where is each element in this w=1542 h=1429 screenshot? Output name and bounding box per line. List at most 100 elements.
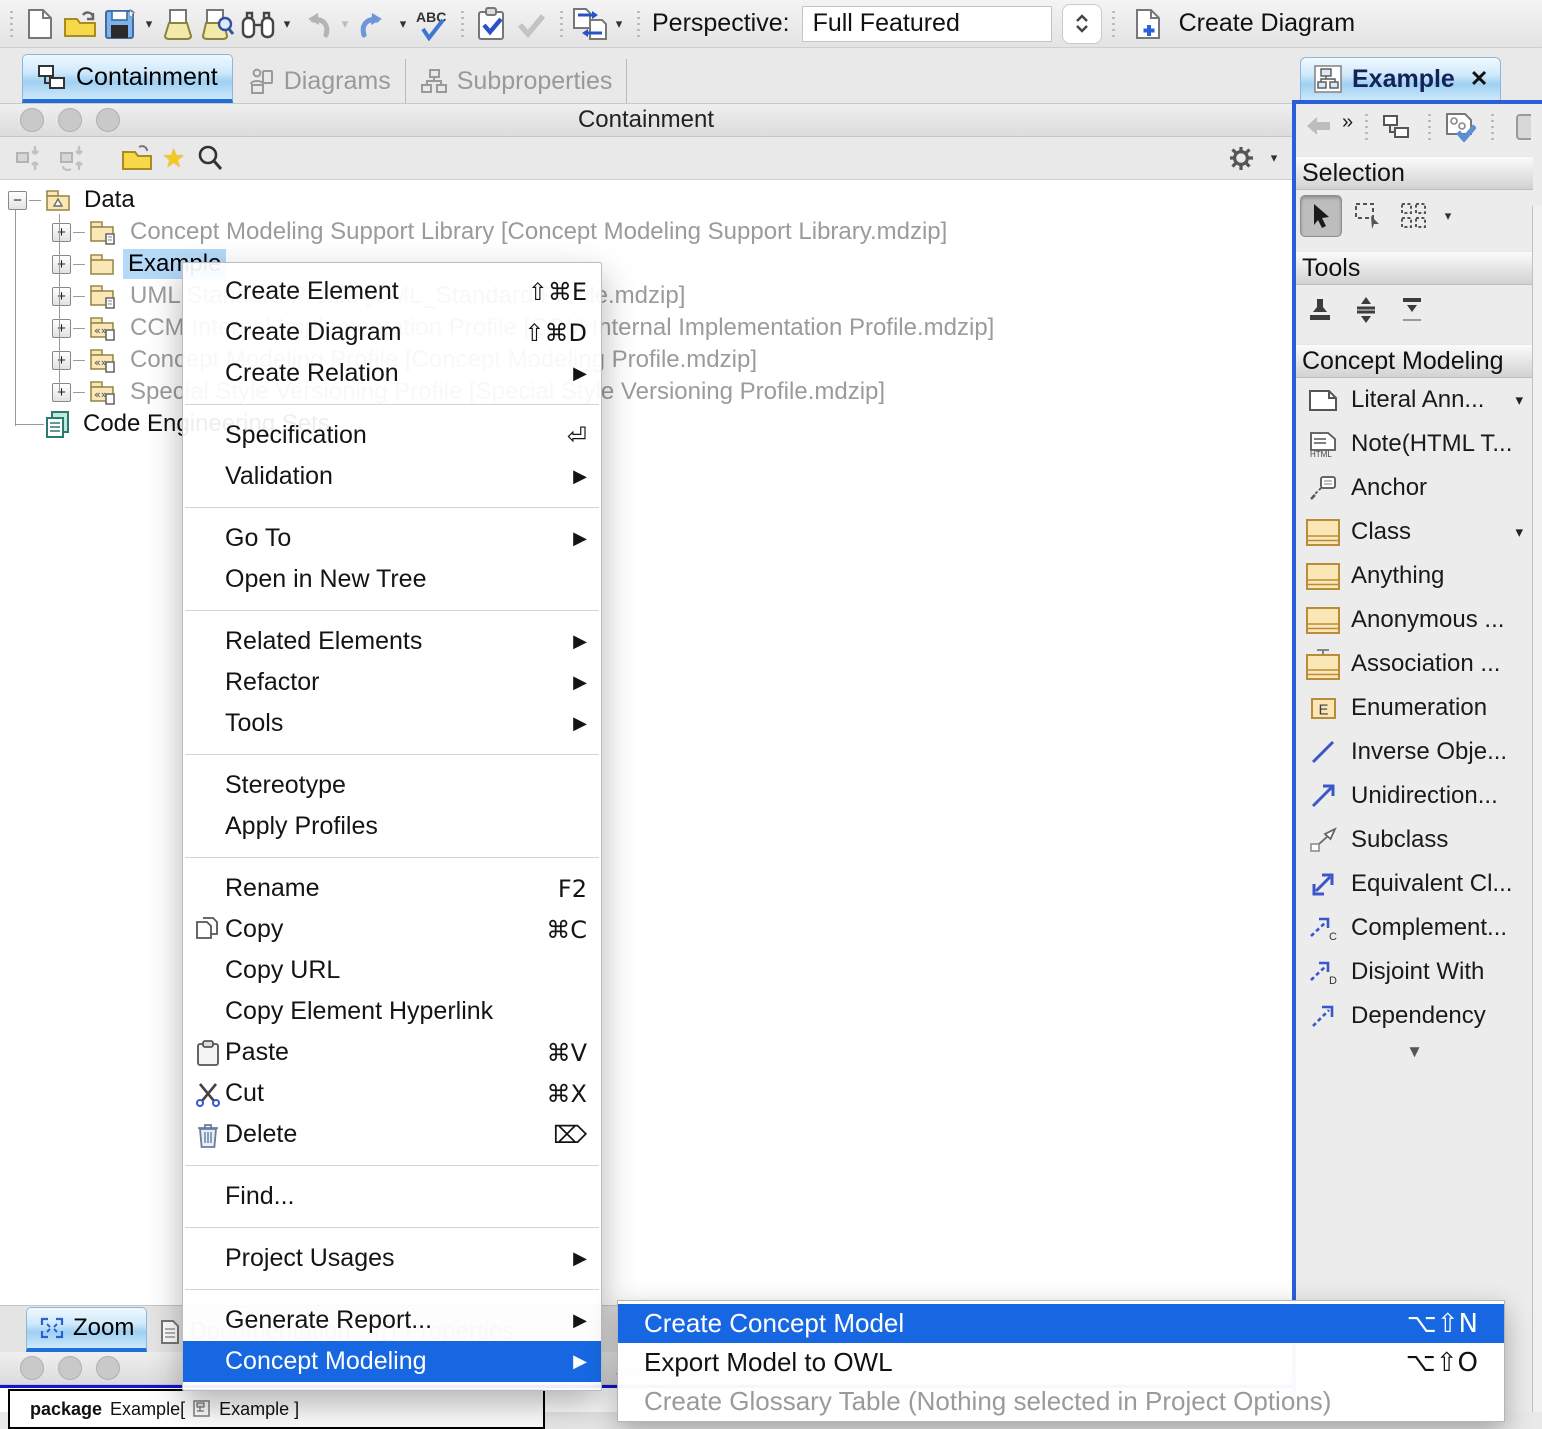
perspective-combo[interactable]: Full Featured (802, 6, 1052, 42)
menu-item-refactor[interactable]: Refactor▶ (183, 662, 601, 703)
tab-containment[interactable]: Containment (22, 54, 233, 103)
menu-item-cut[interactable]: Cut⌘X (183, 1073, 601, 1114)
palette-item-unidirection[interactable]: Unidirection... (1296, 774, 1533, 818)
section-selection[interactable]: Selection (1296, 156, 1533, 190)
expand-all-icon[interactable] (54, 138, 92, 178)
stamp-tool-button[interactable] (1300, 290, 1340, 330)
selection-dropdown-caret[interactable]: ▾ (1440, 208, 1456, 224)
palette-scrollbar[interactable] (1532, 206, 1542, 1412)
overflow-chevrons-icon[interactable]: » (1342, 111, 1351, 134)
compare-projects-icon[interactable] (571, 4, 609, 44)
menu-item-copy-url[interactable]: Copy URL (183, 950, 601, 991)
menu-item-create-element[interactable]: Create Element⇧⌘E (183, 271, 601, 312)
palette-item-note-html-t[interactable]: HTMLNote(HTML T... (1296, 422, 1533, 466)
chevron-down-icon[interactable]: ▾ (1515, 391, 1523, 409)
palette-item-subclass[interactable]: Subclass (1296, 818, 1533, 862)
palette-item-anchor[interactable]: Anchor (1296, 466, 1533, 510)
menu-item-create-diagram[interactable]: Create Diagram⇧⌘D (183, 312, 601, 353)
menu-item-apply-profiles[interactable]: Apply Profiles (183, 806, 601, 847)
menu-item-copy-element-hyperlink[interactable]: Copy Element Hyperlink (183, 991, 601, 1032)
undo-icon[interactable] (297, 4, 335, 44)
section-concept-modeling[interactable]: Concept Modeling (1296, 344, 1533, 378)
tree-item-concept-modeling-support-library[interactable]: +Concept Modeling Support Library [Conce… (0, 216, 1292, 248)
palette-item-inverse-obje[interactable]: Inverse Obje... (1296, 730, 1533, 774)
tree-expander[interactable]: + (52, 351, 71, 370)
gear-icon[interactable] (1222, 138, 1260, 178)
menu-item-rename[interactable]: RenameF2 (183, 868, 601, 909)
tab-subproperties[interactable]: Subproperties (406, 59, 628, 103)
compare-dropdown-caret[interactable]: ▾ (611, 16, 627, 32)
palette-item-complement[interactable]: CComplement... (1296, 906, 1533, 950)
containment-mini-icon[interactable] (1378, 107, 1416, 147)
menu-item-delete[interactable]: Delete⌦ (183, 1114, 601, 1155)
menu-item-validation[interactable]: Validation▶ (183, 456, 601, 497)
redo-icon[interactable] (355, 4, 393, 44)
menu-item-specification[interactable]: Specification⏎ (183, 415, 601, 456)
expand-vertical-button[interactable] (1346, 290, 1386, 330)
menu-item-related-elements[interactable]: Related Elements▶ (183, 621, 601, 662)
save-dropdown-caret[interactable]: ▾ (141, 16, 157, 32)
menu-item-generate-report[interactable]: Generate Report...▶ (183, 1300, 601, 1341)
menu-item-create-relation[interactable]: Create Relation▶ (183, 353, 601, 394)
save-icon[interactable] (101, 4, 139, 44)
partial-button-icon[interactable] (1504, 107, 1542, 147)
validate-icon[interactable] (472, 4, 510, 44)
tree-expander[interactable]: + (52, 319, 71, 338)
group-select-button[interactable] (1394, 196, 1434, 236)
redo-dropdown-caret[interactable]: ▾ (395, 16, 411, 32)
palette-item-association[interactable]: Association ... (1296, 642, 1533, 686)
palette-item-dependency[interactable]: Dependency (1296, 994, 1533, 1038)
open-folder-icon[interactable] (118, 138, 156, 178)
validate-diagram-icon[interactable] (1441, 107, 1479, 147)
palette-more-button[interactable]: ▼ (1296, 1038, 1533, 1066)
menu-item-paste[interactable]: Paste⌘V (183, 1032, 601, 1073)
perspective-stepper[interactable] (1062, 4, 1102, 44)
tree-expander[interactable]: − (8, 191, 27, 210)
undo-dropdown-caret[interactable]: ▾ (337, 16, 353, 32)
collapse-all-icon[interactable] (10, 138, 48, 178)
palette-item-disjoint-with[interactable]: DDisjoint With (1296, 950, 1533, 994)
palette-item-class[interactable]: Class▾ (1296, 510, 1533, 554)
submenu-item-export-model-to-owl[interactable]: Export Model to OWL⌥⇧O (618, 1343, 1504, 1382)
find-icon[interactable] (239, 4, 277, 44)
menu-item-tools[interactable]: Tools▶ (183, 703, 601, 744)
chevron-down-icon[interactable]: ▾ (1515, 523, 1523, 541)
section-tools[interactable]: Tools (1296, 251, 1533, 285)
collapse-vertical-button[interactable] (1392, 290, 1432, 330)
print-preview-icon[interactable] (199, 4, 237, 44)
palette-item-enumeration[interactable]: EEnumeration (1296, 686, 1533, 730)
palette-item-anonymous[interactable]: Anonymous ... (1296, 598, 1533, 642)
commit-check-icon[interactable] (512, 4, 550, 44)
tab-diagrams[interactable]: Diagrams (233, 59, 406, 103)
tree-expander[interactable]: + (52, 223, 71, 242)
menu-item-concept-modeling[interactable]: Concept Modeling▶ (183, 1341, 601, 1382)
tree-expander[interactable]: + (52, 255, 71, 274)
palette-item-literal-ann[interactable]: Literal Ann...▾ (1296, 378, 1533, 422)
menu-item-open-in-new-tree[interactable]: Open in New Tree (183, 559, 601, 600)
tab-zoom[interactable]: Zoom (26, 1307, 147, 1352)
package-header[interactable]: package Example[ Example ] (8, 1389, 545, 1429)
menu-item-copy[interactable]: Copy⌘C (183, 909, 601, 950)
create-diagram-button[interactable]: Create Diagram (1129, 4, 1365, 44)
print-icon[interactable] (159, 4, 197, 44)
submenu-item-create-concept-model[interactable]: Create Concept Model⌥⇧N (618, 1304, 1504, 1343)
new-file-icon[interactable] (21, 4, 59, 44)
open-project-icon[interactable] (61, 4, 99, 44)
menu-item-stereotype[interactable]: Stereotype (183, 765, 601, 806)
tree-expander[interactable]: + (52, 383, 71, 402)
back-icon[interactable] (1300, 107, 1338, 147)
menu-item-project-usages[interactable]: Project Usages▶ (183, 1238, 601, 1279)
menu-item-find[interactable]: Find... (183, 1176, 601, 1217)
gear-dropdown-caret[interactable]: ▾ (1266, 150, 1282, 166)
menu-item-go-to[interactable]: Go To▶ (183, 518, 601, 559)
tab-example[interactable]: Example ✕ (1300, 57, 1501, 100)
spelling-icon[interactable]: ABC (413, 4, 451, 44)
favorites-star-icon[interactable]: ★ (162, 143, 185, 174)
search-icon[interactable] (191, 138, 229, 178)
tree-expander[interactable]: + (52, 287, 71, 306)
pointer-tool-button[interactable] (1300, 195, 1342, 237)
find-dropdown-caret[interactable]: ▾ (279, 16, 295, 32)
close-icon[interactable]: ✕ (1470, 66, 1488, 92)
palette-item-anything[interactable]: Anything (1296, 554, 1533, 598)
marquee-select-button[interactable] (1348, 196, 1388, 236)
